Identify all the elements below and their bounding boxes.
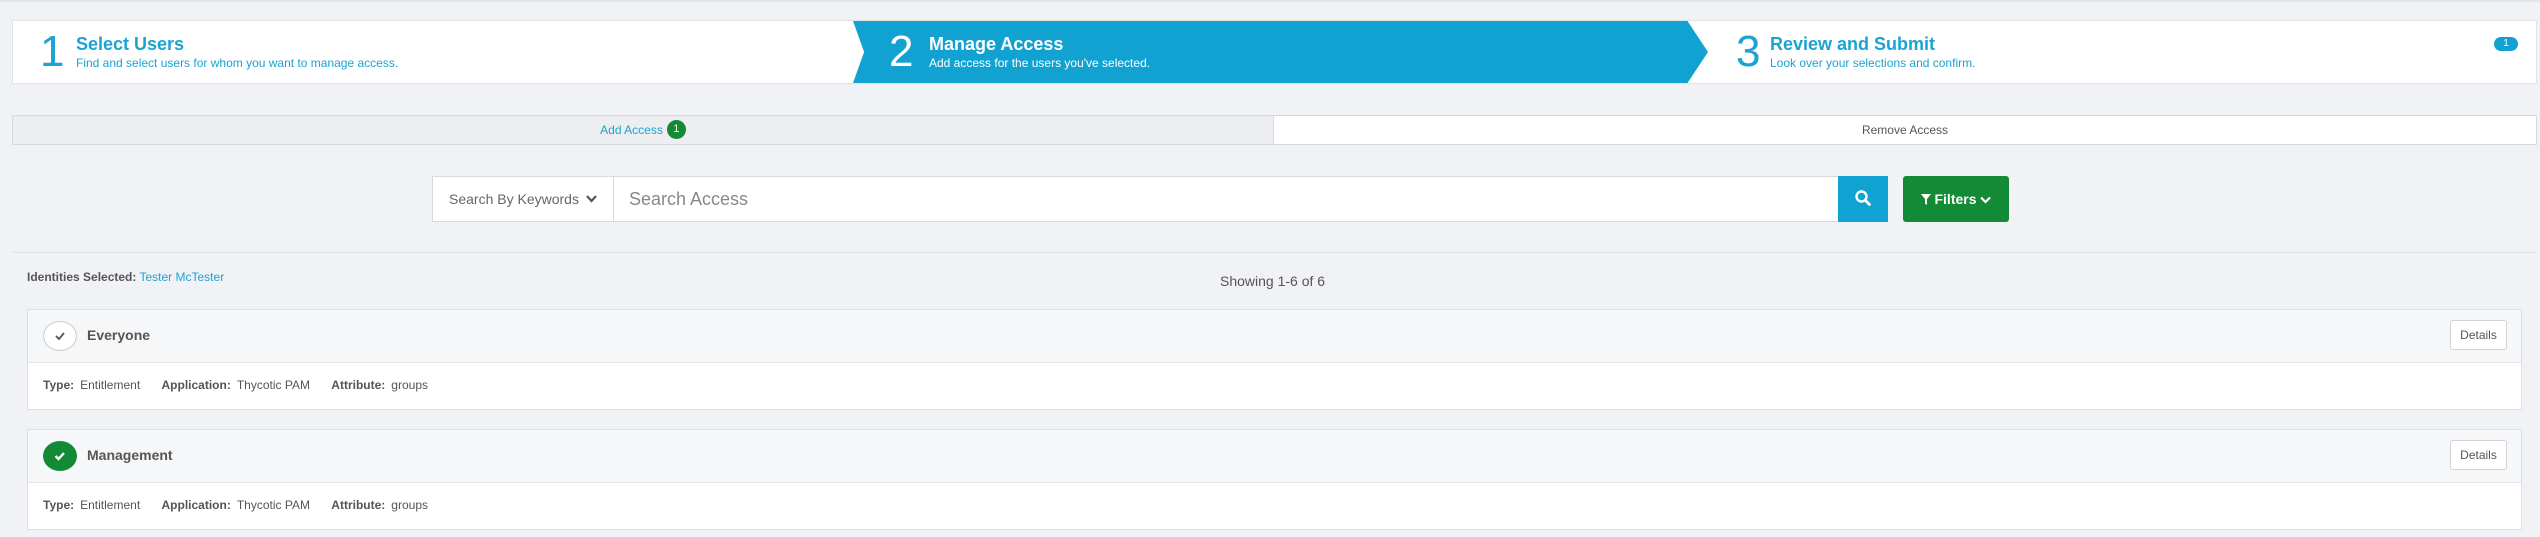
application-value: Thycotic PAM bbox=[236, 378, 310, 392]
application-label: Application: bbox=[161, 498, 231, 512]
add-access-count-badge: 1 bbox=[666, 120, 686, 140]
search-button[interactable] bbox=[1838, 176, 1888, 222]
item-name: Management bbox=[87, 447, 173, 463]
access-tabs: Add Access 1 Remove Access bbox=[12, 115, 2537, 145]
filters-button[interactable]: Filters bbox=[1903, 176, 2009, 222]
identity-link[interactable]: Tester McTester bbox=[140, 270, 225, 284]
search-mode-label: Search By Keywords bbox=[449, 191, 579, 207]
item-attributes: Type: Entitlement Application: Thycotic PA… bbox=[43, 498, 446, 512]
wizard-progress: 1 Select Users Find and select users for… bbox=[12, 20, 2537, 84]
select-toggle[interactable] bbox=[43, 441, 77, 471]
item-name: Everyone bbox=[87, 327, 151, 343]
section-divider bbox=[12, 252, 2537, 253]
attribute-label: Attribute: bbox=[331, 378, 386, 392]
step-number: 3 bbox=[1736, 27, 1761, 76]
select-toggle[interactable] bbox=[43, 321, 77, 351]
wizard-step-manage-access[interactable]: 2 Manage Access Add access for the users… bbox=[853, 21, 1708, 83]
identities-label: Identities Selected: bbox=[27, 270, 137, 284]
wizard-step-select-users[interactable]: 1 Select Users Find and select users for… bbox=[13, 21, 853, 83]
step-description: Find and select users for whom you want … bbox=[76, 56, 399, 70]
identities-selected: Identities Selected: Tester McTester bbox=[27, 270, 224, 284]
attribute-value: groups bbox=[391, 498, 428, 512]
check-icon bbox=[44, 332, 76, 354]
check-icon bbox=[44, 452, 76, 474]
step-title: Review and Submit bbox=[1770, 34, 1936, 54]
step-title: Manage Access bbox=[929, 34, 1064, 54]
step-number: 2 bbox=[889, 27, 914, 76]
step-description: Add access for the users you've selected… bbox=[929, 56, 1151, 70]
filter-icon bbox=[1920, 191, 1931, 207]
step-description: Look over your selections and confirm. bbox=[1770, 56, 1976, 70]
application-label: Application: bbox=[161, 378, 231, 392]
search-input[interactable] bbox=[613, 176, 1871, 222]
search-mode-dropdown[interactable]: Search By Keywords bbox=[432, 176, 614, 222]
details-button[interactable]: Details bbox=[2450, 440, 2507, 470]
tab-label: Add Access bbox=[600, 123, 663, 137]
wizard-step-review-submit[interactable]: 3 Review and Submit Look over your selec… bbox=[1713, 21, 2533, 83]
attribute-value: groups bbox=[391, 378, 428, 392]
access-item-card: Management Details Type: Entitlement Appl… bbox=[27, 429, 2522, 530]
tab-add-access[interactable]: Add Access 1 bbox=[12, 115, 1274, 145]
type-value: Entitlement bbox=[80, 498, 141, 512]
step-number: 1 bbox=[40, 27, 65, 76]
step-title: Select Users bbox=[76, 34, 185, 54]
filters-label: Filters bbox=[1934, 191, 1977, 207]
application-value: Thycotic PAM bbox=[236, 498, 310, 512]
access-item-card: Everyone Details Type: Entitlement Applic… bbox=[27, 309, 2522, 410]
type-value: Entitlement bbox=[80, 378, 141, 392]
attribute-label: Attribute: bbox=[331, 498, 386, 512]
search-icon bbox=[1854, 189, 1872, 210]
card-header: Management Details bbox=[28, 430, 2521, 483]
type-label: Type: bbox=[43, 378, 75, 392]
card-header: Everyone Details bbox=[28, 310, 2521, 363]
cart-count-badge[interactable]: 1 bbox=[2494, 37, 2518, 51]
item-attributes: Type: Entitlement Application: Thycotic PA… bbox=[43, 378, 446, 392]
chevron-down-icon bbox=[586, 177, 597, 239]
details-button[interactable]: Details bbox=[2450, 320, 2507, 350]
tab-label: Remove Access bbox=[1861, 123, 1949, 137]
type-label: Type: bbox=[43, 498, 75, 512]
top-border bbox=[0, 0, 2540, 2]
tab-remove-access[interactable]: Remove Access bbox=[1273, 115, 2537, 145]
chevron-down-icon bbox=[1980, 191, 1992, 207]
results-count: Showing 1-6 of 6 bbox=[1220, 273, 1326, 289]
